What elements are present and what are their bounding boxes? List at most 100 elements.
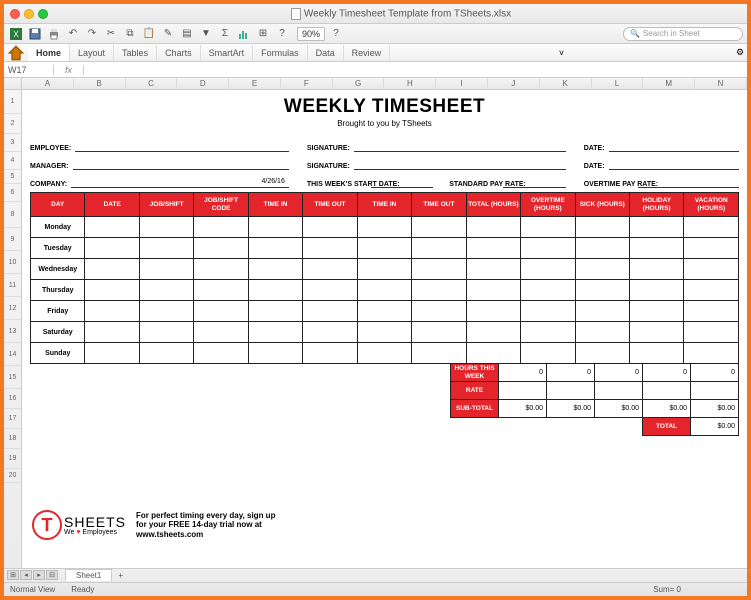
hours-holiday[interactable]: 0 — [643, 364, 691, 382]
hours-vacation[interactable]: 0 — [691, 364, 739, 382]
row-16[interactable]: 16 — [4, 389, 21, 409]
tab-review[interactable]: Review — [344, 45, 391, 61]
col-j[interactable]: J — [488, 78, 540, 89]
col-i[interactable]: I — [436, 78, 488, 89]
hours-total[interactable]: 0 — [499, 364, 547, 382]
row-17[interactable]: 17 — [4, 409, 21, 429]
hours-sick[interactable]: 0 — [595, 364, 643, 382]
chart-icon[interactable] — [236, 26, 252, 42]
row-4[interactable]: 4 — [4, 152, 21, 170]
sheet-last-icon[interactable]: ⊟ — [46, 570, 58, 580]
rate-sick[interactable] — [595, 382, 643, 400]
col-h[interactable]: H — [384, 78, 436, 89]
fx-label[interactable]: fx — [54, 65, 84, 75]
col-n[interactable]: N — [695, 78, 747, 89]
table-icon[interactable]: ⊞ — [255, 26, 271, 42]
cut-icon[interactable]: ✂ — [103, 26, 119, 42]
row-19[interactable]: 19 — [4, 449, 21, 469]
tab-layout[interactable]: Layout — [70, 45, 114, 61]
tab-smartart[interactable]: SmartArt — [201, 45, 254, 61]
weekstart-field[interactable] — [371, 178, 433, 188]
col-c[interactable]: C — [126, 78, 178, 89]
tab-home[interactable]: Home — [28, 45, 70, 61]
col-m[interactable]: M — [643, 78, 695, 89]
sub-sick[interactable]: $0.00 — [595, 400, 643, 418]
row-14[interactable]: 14 — [4, 343, 21, 366]
row-9[interactable]: 9 — [4, 228, 21, 251]
row-friday[interactable]: Friday — [31, 301, 739, 322]
col-l[interactable]: L — [592, 78, 644, 89]
settings-gear-icon[interactable]: ⚙ — [733, 46, 747, 60]
row-18[interactable]: 18 — [4, 429, 21, 449]
signature1-field[interactable] — [354, 142, 566, 152]
close-button[interactable] — [10, 9, 20, 19]
row-1[interactable]: 1 — [4, 90, 21, 114]
row-15[interactable]: 15 — [4, 366, 21, 389]
rate-vacation[interactable] — [691, 382, 739, 400]
company-field[interactable]: 4/26/16 — [71, 178, 289, 188]
employee-field[interactable] — [75, 142, 289, 152]
manager-field[interactable] — [73, 160, 289, 170]
sub-holiday[interactable]: $0.00 — [643, 400, 691, 418]
sheet-prev-icon[interactable]: ◂ — [20, 570, 32, 580]
row-8[interactable]: 8 — [4, 202, 21, 228]
view-mode[interactable]: Normal View — [10, 585, 55, 594]
cell-reference[interactable]: W17 — [4, 65, 54, 75]
rate-holiday[interactable] — [643, 382, 691, 400]
col-g[interactable]: G — [333, 78, 385, 89]
tab-charts[interactable]: Charts — [157, 45, 201, 61]
row-thursday[interactable]: Thursday — [31, 280, 739, 301]
undo-icon[interactable]: ↶ — [65, 26, 81, 42]
row-11[interactable]: 11 — [4, 274, 21, 297]
sheet-tab[interactable]: Sheet1 — [65, 569, 112, 581]
redo-icon[interactable]: ↷ — [84, 26, 100, 42]
stdrate-field[interactable] — [503, 178, 565, 188]
rate-ot[interactable] — [547, 382, 595, 400]
zoom-level[interactable]: 90% — [297, 27, 325, 41]
help-icon[interactable]: ? — [274, 26, 290, 42]
print-icon[interactable] — [46, 26, 62, 42]
row-20[interactable]: 20 — [4, 469, 21, 483]
col-b[interactable]: B — [74, 78, 126, 89]
row-10[interactable]: 10 — [4, 251, 21, 274]
excel-icon[interactable]: X — [8, 26, 24, 42]
format-icon[interactable]: ✎ — [160, 26, 176, 42]
minimize-button[interactable] — [24, 9, 34, 19]
col-d[interactable]: D — [177, 78, 229, 89]
row-2[interactable]: 2 — [4, 114, 21, 134]
otrate-field[interactable] — [638, 178, 739, 188]
col-a[interactable]: A — [22, 78, 74, 89]
tab-formulas[interactable]: Formulas — [253, 45, 308, 61]
sheet-first-icon[interactable]: ⊞ — [7, 570, 19, 580]
save-icon[interactable] — [27, 26, 43, 42]
ribbon-collapse-icon[interactable]: ˅ — [555, 46, 569, 60]
hours-ot[interactable]: 0 — [547, 364, 595, 382]
grand-total[interactable]: $0.00 — [691, 418, 739, 436]
row-13[interactable]: 13 — [4, 320, 21, 343]
col-k[interactable]: K — [540, 78, 592, 89]
row-sunday[interactable]: Sunday — [31, 343, 739, 364]
sub-ot[interactable]: $0.00 — [547, 400, 595, 418]
date1-field[interactable] — [609, 142, 739, 152]
sort-icon[interactable]: ▤ — [179, 26, 195, 42]
select-all-corner[interactable] — [4, 78, 22, 89]
worksheet-content[interactable]: WEEKLY TIMESHEET Brought to you by TShee… — [22, 90, 747, 568]
row-6[interactable]: 6 — [4, 184, 21, 202]
row-3[interactable]: 3 — [4, 134, 21, 152]
rate-total[interactable] — [499, 382, 547, 400]
sum-icon[interactable]: Σ — [217, 26, 233, 42]
paste-icon[interactable]: 📋 — [141, 26, 157, 42]
col-e[interactable]: E — [229, 78, 281, 89]
row-5[interactable]: 5 — [4, 170, 21, 184]
row-wednesday[interactable]: Wednesday — [31, 259, 739, 280]
add-sheet-button[interactable]: + — [112, 570, 129, 581]
row-12[interactable]: 12 — [4, 297, 21, 320]
zoom-help-icon[interactable]: ? — [328, 26, 344, 42]
col-f[interactable]: F — [281, 78, 333, 89]
search-input[interactable]: 🔍 Search in Sheet — [623, 27, 743, 41]
signature2-field[interactable] — [354, 160, 566, 170]
filter-icon[interactable]: ▼ — [198, 26, 214, 42]
row-tuesday[interactable]: Tuesday — [31, 238, 739, 259]
tab-tables[interactable]: Tables — [114, 45, 157, 61]
tab-data[interactable]: Data — [308, 45, 344, 61]
